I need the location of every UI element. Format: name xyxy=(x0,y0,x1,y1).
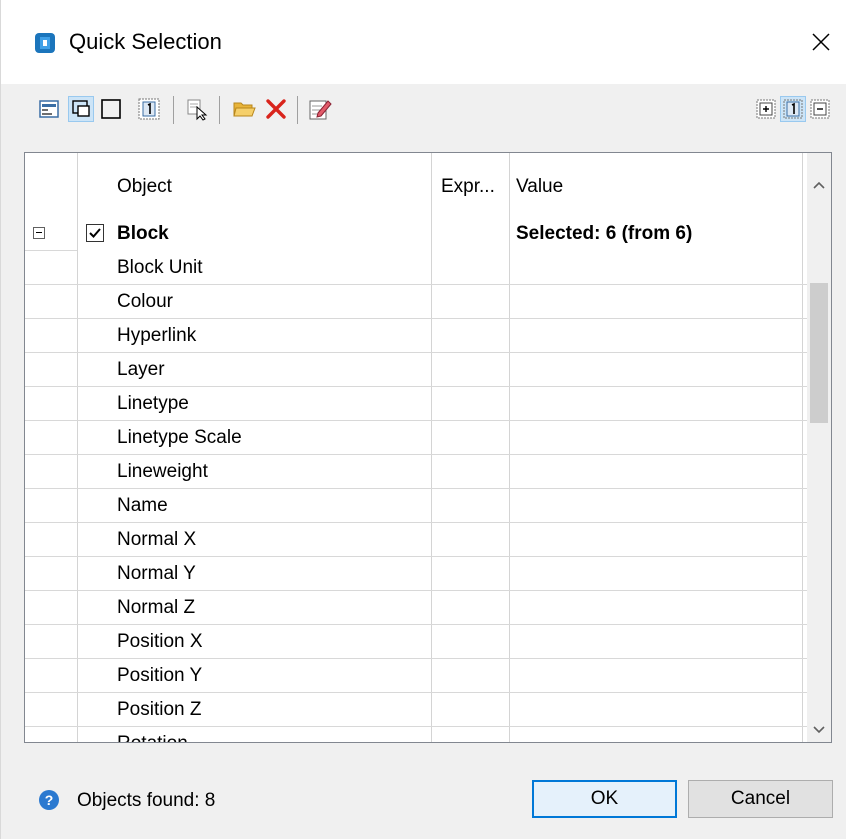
group-value: Selected: 6 (from 6) xyxy=(516,223,693,244)
property-name: Normal Y xyxy=(117,563,196,584)
property-name: Position Y xyxy=(117,665,203,686)
help-icon[interactable]: ? xyxy=(39,790,59,810)
property-name: Linetype xyxy=(117,393,189,414)
expand-all-button[interactable] xyxy=(753,96,779,122)
status-bar: ? Objects found: 8 OK Cancel xyxy=(1,760,846,839)
expand-all-icon xyxy=(756,99,776,119)
select-objects-button[interactable] xyxy=(36,96,62,122)
select-objects-icon xyxy=(39,100,59,118)
ok-button[interactable]: OK xyxy=(532,780,677,818)
property-row[interactable]: Colour xyxy=(25,285,807,319)
property-row[interactable]: Name xyxy=(25,489,807,523)
open-folder-icon xyxy=(233,102,256,117)
close-button[interactable] xyxy=(801,22,841,62)
edit-icon xyxy=(309,100,332,120)
header-value[interactable]: Value xyxy=(516,176,563,198)
property-row[interactable]: Position X xyxy=(25,625,807,659)
property-name: Normal X xyxy=(117,529,197,550)
property-row[interactable]: Rotation xyxy=(25,727,807,742)
property-grid-body: Object Expr... Value Block Selected: 6 (… xyxy=(25,153,807,742)
toolbar xyxy=(1,84,846,144)
toolbar-separator xyxy=(173,96,174,124)
number-one-toggle[interactable] xyxy=(780,96,806,122)
open-button[interactable] xyxy=(231,96,257,122)
property-grid: Object Expr... Value Block Selected: 6 (… xyxy=(24,152,832,743)
scroll-down-button[interactable] xyxy=(807,718,831,742)
number-one-pressed-icon xyxy=(783,99,803,119)
property-row[interactable]: Linetype xyxy=(25,387,807,421)
property-row[interactable]: Linetype Scale xyxy=(25,421,807,455)
delete-icon xyxy=(266,99,286,119)
select-first-button[interactable] xyxy=(136,96,162,122)
pick-objects-button[interactable] xyxy=(184,96,210,122)
toolbar-separator xyxy=(219,96,220,124)
close-icon xyxy=(812,33,830,51)
collapse-all-button[interactable] xyxy=(807,96,833,122)
property-name: Colour xyxy=(117,291,173,312)
property-name: Normal Z xyxy=(117,597,196,618)
header-object[interactable]: Object xyxy=(117,176,172,198)
title-bar: Quick Selection xyxy=(1,0,846,84)
property-row[interactable]: Layer xyxy=(25,353,807,387)
objects-found-text: Objects found: 8 xyxy=(77,790,216,811)
property-name: Rotation xyxy=(117,733,188,742)
property-row[interactable]: Normal Z xyxy=(25,591,807,625)
scroll-thumb[interactable] xyxy=(810,283,828,423)
property-row[interactable]: Block Unit xyxy=(25,251,807,285)
scroll-up-button[interactable] xyxy=(807,173,831,197)
window-title: Quick Selection xyxy=(69,29,222,54)
property-row[interactable]: Position Z xyxy=(25,693,807,727)
checkmark-icon xyxy=(89,228,101,238)
property-name: Name xyxy=(117,495,168,516)
cancel-button[interactable]: Cancel xyxy=(688,780,833,818)
property-name: Block Unit xyxy=(117,257,203,278)
toolbar-separator xyxy=(297,96,298,124)
property-name: Position X xyxy=(117,631,203,652)
property-name: Layer xyxy=(117,359,165,380)
selection-box-button[interactable] xyxy=(68,96,94,122)
rectangle-button[interactable] xyxy=(98,96,124,122)
quick-selection-dialog: Quick Selection Object Expr... Value Blo… xyxy=(0,0,846,839)
collapse-all-icon xyxy=(810,99,830,119)
collapse-toggle[interactable] xyxy=(33,227,45,239)
header-expression[interactable]: Expr... xyxy=(441,176,495,198)
selection-box-icon xyxy=(72,100,90,117)
chevron-up-icon xyxy=(813,181,825,189)
property-row[interactable]: Position Y xyxy=(25,659,807,693)
property-name: Hyperlink xyxy=(117,325,197,346)
vertical-scrollbar[interactable] xyxy=(807,153,831,742)
delete-button[interactable] xyxy=(263,96,289,122)
property-name: Lineweight xyxy=(117,461,208,482)
chevron-down-icon xyxy=(813,726,825,734)
property-row[interactable]: Normal Y xyxy=(25,557,807,591)
property-row[interactable]: Hyperlink xyxy=(25,319,807,353)
rectangle-icon xyxy=(101,99,121,119)
group-label: Block xyxy=(117,223,169,244)
property-row[interactable]: Lineweight xyxy=(25,455,807,489)
edit-button[interactable] xyxy=(307,96,333,122)
property-row[interactable]: Normal X xyxy=(25,523,807,557)
property-name: Linetype Scale xyxy=(117,427,242,448)
property-name: Position Z xyxy=(117,699,202,720)
group-checkbox[interactable] xyxy=(86,224,104,242)
number-one-icon xyxy=(138,98,160,120)
select-cursor-icon xyxy=(187,99,208,121)
group-row-block[interactable]: Block Selected: 6 (from 6) xyxy=(25,217,807,251)
grid-header: Object Expr... Value xyxy=(25,153,807,217)
app-icon xyxy=(35,33,55,53)
